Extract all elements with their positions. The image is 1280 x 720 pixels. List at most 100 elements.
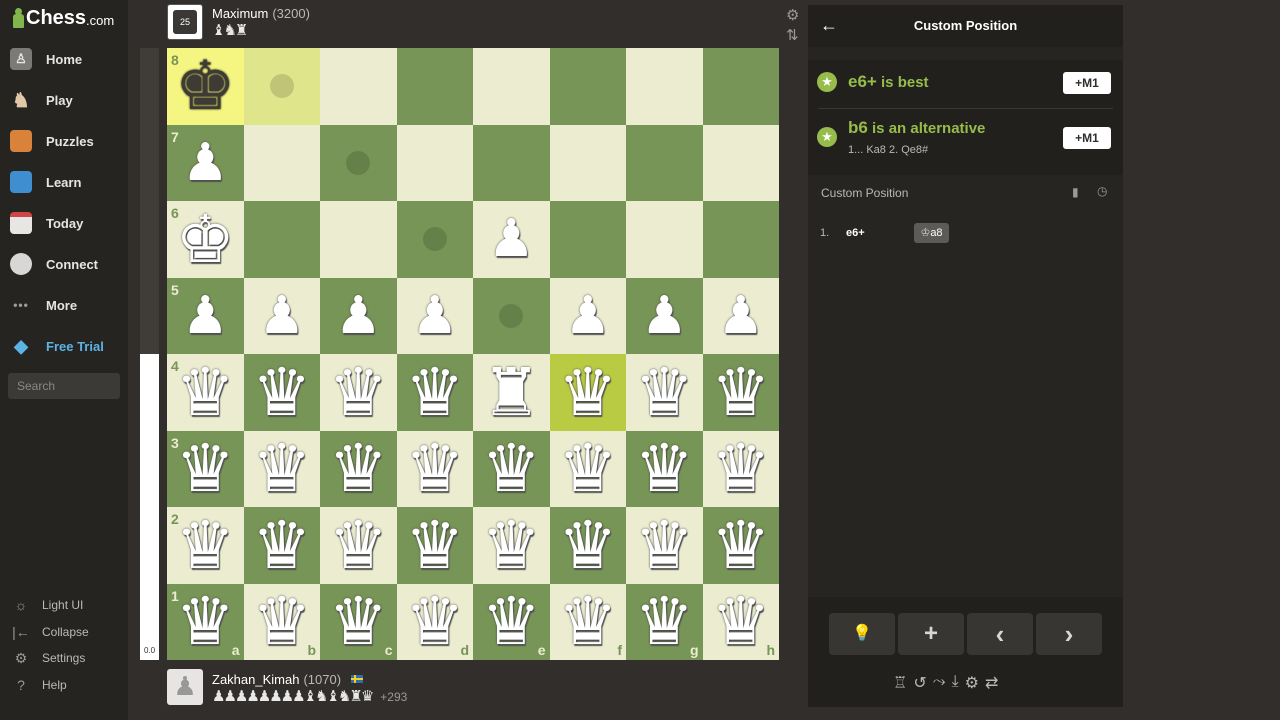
white-queen-icon[interactable]: ♛ xyxy=(703,583,780,660)
square-b8[interactable] xyxy=(243,48,320,125)
white-queen-icon[interactable]: ♛ xyxy=(550,583,627,660)
white-queen-icon[interactable]: ♛ xyxy=(703,430,780,507)
square-h2[interactable]: ♛ xyxy=(702,507,779,584)
board-settings-icon[interactable]: ⚙ xyxy=(786,6,799,24)
sidebar-item-home[interactable]: ♙ Home xyxy=(10,45,122,73)
legal-move-dot[interactable] xyxy=(269,74,294,98)
download-icon[interactable]: ⤓ xyxy=(952,673,959,693)
square-e6[interactable]: ♟ xyxy=(473,201,550,278)
square-g4[interactable]: ♛ xyxy=(626,354,703,431)
timer-icon[interactable]: ◷ xyxy=(1097,184,1107,198)
square-g7[interactable] xyxy=(626,124,703,201)
white-queen-icon[interactable]: ♛ xyxy=(244,583,321,660)
square-f8[interactable] xyxy=(549,48,626,125)
hint-lightbulb-button[interactable]: 💡 xyxy=(829,613,895,655)
white-queen-icon[interactable]: ♛ xyxy=(244,354,321,431)
square-d2[interactable]: ♛ xyxy=(396,507,474,584)
book-icon[interactable]: ▮ xyxy=(1072,185,1079,199)
square-b6[interactable] xyxy=(243,201,320,278)
square-a4[interactable]: 4 ♛ xyxy=(167,354,244,431)
sidebar-item-more[interactable]: ••• More xyxy=(10,291,122,319)
white-move[interactable]: e6+ xyxy=(846,227,865,239)
white-queen-icon[interactable]: ♛ xyxy=(397,583,474,660)
alternative-eval[interactable]: +M1 xyxy=(1063,127,1111,149)
white-king-icon[interactable]: ♚ xyxy=(167,201,244,278)
next-move-button[interactable]: › xyxy=(1036,613,1102,655)
legal-move-dot[interactable] xyxy=(346,150,370,175)
square-c5[interactable]: ♟ xyxy=(320,277,397,354)
square-b4[interactable]: ♛ xyxy=(243,354,321,431)
black-king-icon[interactable]: ♚ xyxy=(167,47,244,126)
square-f2[interactable]: ♛ xyxy=(549,507,627,584)
white-pawn-icon[interactable]: ♟ xyxy=(244,278,321,355)
square-c8[interactable] xyxy=(320,48,397,125)
white-queen-icon[interactable]: ♛ xyxy=(397,507,474,584)
white-queen-icon[interactable]: ♛ xyxy=(626,430,703,507)
square-e1[interactable]: e ♛ xyxy=(473,583,550,660)
white-queen-icon[interactable]: ♛ xyxy=(397,354,474,431)
square-g6[interactable] xyxy=(626,201,703,278)
square-h7[interactable] xyxy=(702,124,779,201)
settings-button[interactable]: ⚙ Settings xyxy=(12,648,86,668)
square-a7[interactable]: 7 ♟ xyxy=(167,124,244,201)
sidebar-item-play[interactable]: ♞ Play xyxy=(10,86,122,114)
white-queen-icon[interactable]: ♛ xyxy=(167,430,244,507)
white-queen-icon[interactable]: ♛ xyxy=(626,583,703,660)
square-f7[interactable] xyxy=(549,124,626,201)
square-c3[interactable]: ♛ xyxy=(320,430,397,507)
legal-move-dot[interactable] xyxy=(499,303,523,328)
white-rook-icon[interactable]: ♜ xyxy=(473,354,550,431)
square-c4[interactable]: ♛ xyxy=(320,354,397,431)
square-b7[interactable] xyxy=(243,124,320,201)
square-g3[interactable]: ♛ xyxy=(626,430,703,507)
white-queen-icon[interactable]: ♛ xyxy=(244,507,321,584)
white-queen-icon[interactable]: ♛ xyxy=(320,430,397,507)
light-ui-button[interactable]: ☼ Light UI xyxy=(12,595,84,615)
white-pawn-icon[interactable]: ♟ xyxy=(626,278,703,355)
square-a1[interactable]: 1 a ♛ xyxy=(167,583,244,660)
square-g1[interactable]: g ♛ xyxy=(626,583,703,660)
collapse-button[interactable]: |← Collapse xyxy=(12,622,89,642)
white-queen-icon[interactable]: ♛ xyxy=(626,354,703,431)
square-b3[interactable]: ♛ xyxy=(243,430,321,507)
square-f4[interactable]: ♛ xyxy=(549,354,627,431)
white-queen-icon[interactable]: ♛ xyxy=(320,354,397,431)
flip-board-icon[interactable]: ⇅ xyxy=(786,26,799,44)
add-move-button[interactable]: + xyxy=(898,613,964,655)
white-queen-icon[interactable]: ♛ xyxy=(550,354,627,431)
square-b1[interactable]: b ♛ xyxy=(243,583,321,660)
square-h4[interactable]: ♛ xyxy=(702,354,779,431)
square-f1[interactable]: f ♛ xyxy=(549,583,627,660)
white-queen-icon[interactable]: ♛ xyxy=(320,583,397,660)
opponent-name[interactable]: Maximum xyxy=(212,6,268,21)
square-f5[interactable]: ♟ xyxy=(549,277,627,355)
square-d6[interactable] xyxy=(396,201,473,278)
square-d3[interactable]: ♛ xyxy=(396,430,473,507)
square-a2[interactable]: 2 ♛ xyxy=(167,507,244,584)
black-move[interactable]: ♔a8 xyxy=(914,223,949,243)
white-queen-icon[interactable]: ♛ xyxy=(550,507,627,584)
chess-board[interactable]: 8 ♚ 7 ♟ 6 ♚ ♟ 5 ♟ ♟ ♟ ♟ ♟ ♟ ♟ 4 ♛ ♛ ♛ ♛ ♜ ♛ ♛ ♛ 3 ♛ ♛ ♛ ♛ ♛ ♛ ♛ ♛ 2 ♛ ♛ ♛ ♛ ♛ ♛… xyxy=(167,47,780,660)
square-d8[interactable] xyxy=(396,48,473,125)
legal-move-dot[interactable] xyxy=(422,227,447,251)
white-queen-icon[interactable]: ♛ xyxy=(244,430,321,507)
sidebar-item-puzzles[interactable]: Puzzles xyxy=(10,127,122,155)
square-f3[interactable]: ♛ xyxy=(549,430,626,507)
previous-move-button[interactable]: ‹ xyxy=(967,613,1033,655)
white-queen-icon[interactable]: ♛ xyxy=(167,354,244,431)
square-d1[interactable]: d ♛ xyxy=(396,583,474,660)
square-c6[interactable] xyxy=(320,201,397,278)
player-name[interactable]: Zakhan_Kimah xyxy=(212,672,299,687)
square-h1[interactable]: h ♛ xyxy=(702,583,780,660)
white-queen-icon[interactable]: ♛ xyxy=(167,507,244,584)
square-g8[interactable] xyxy=(626,48,703,125)
white-pawn-icon[interactable]: ♟ xyxy=(397,278,474,355)
white-pawn-icon[interactable]: ♟ xyxy=(550,278,627,355)
white-queen-icon[interactable]: ♛ xyxy=(626,507,703,584)
square-g2[interactable]: ♛ xyxy=(626,507,703,584)
square-f6[interactable] xyxy=(549,201,626,278)
shuffle-icon[interactable]: ⇄ xyxy=(985,673,998,693)
square-e2[interactable]: ♛ xyxy=(473,507,550,584)
square-c1[interactable]: c ♛ xyxy=(320,583,397,660)
opponent-avatar[interactable]: 25 xyxy=(167,4,203,40)
